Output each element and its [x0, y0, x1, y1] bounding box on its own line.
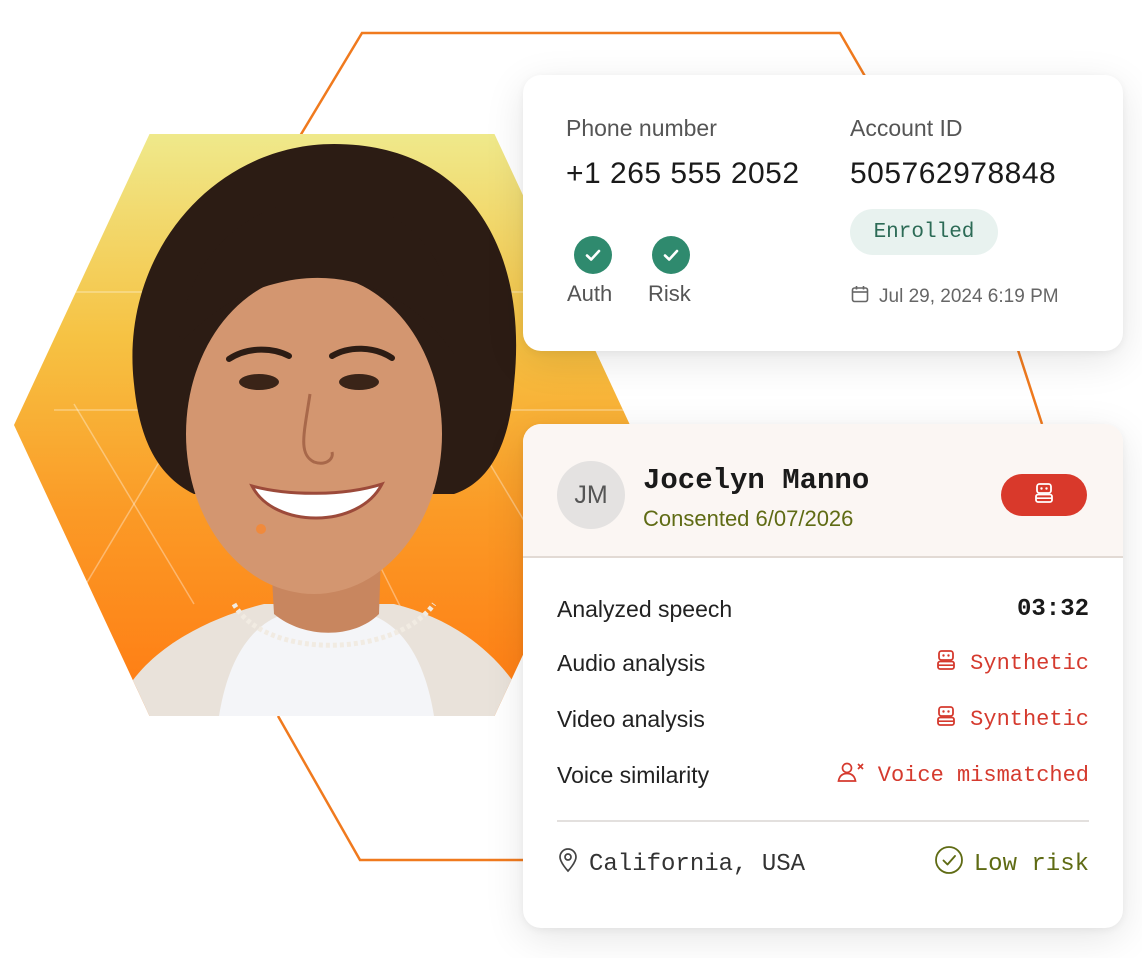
avatar: JM: [557, 461, 625, 529]
result-text: Voice mismatched: [877, 762, 1089, 788]
result-text: Synthetic: [970, 650, 1089, 676]
check-circle-outline-icon: [934, 845, 964, 883]
robot-icon: [934, 704, 958, 735]
result-text: Synthetic: [970, 706, 1089, 732]
risk-level: Low risk: [934, 845, 1089, 883]
consent-status: Consented 6/07/2026: [643, 506, 854, 531]
risk-text: Low risk: [973, 850, 1089, 878]
phone-value: +1 265 555 2052: [566, 157, 800, 190]
location-text: California, USA: [589, 850, 806, 878]
caller-name: Jocelyn Manno: [643, 464, 870, 497]
check-circle-icon: [652, 236, 690, 274]
account-id-value: 505762978848: [850, 157, 1057, 190]
phone-label: Phone number: [566, 115, 717, 141]
caller-header: JM Jocelyn Manno Consented 6/07/2026: [523, 424, 1123, 558]
speech-duration: 03:32: [1016, 595, 1089, 623]
analyzed-speech-row: Analyzed speech 03:32: [557, 592, 1089, 626]
robot-icon: [1032, 481, 1056, 510]
voice-similarity-result: Voice mismatched: [836, 760, 1089, 791]
account-id-label: Account ID: [850, 115, 963, 141]
voice-similarity-row: Voice similarity Voice mismatched: [557, 758, 1089, 792]
user-x-icon: [836, 760, 866, 791]
identity-card: Phone number +1 265 555 2052 Account ID …: [523, 75, 1123, 351]
caller-analysis-card: JM Jocelyn Manno Consented 6/07/2026 Ana…: [523, 424, 1123, 928]
calendar-icon: [850, 284, 870, 310]
row-label: Voice similarity: [557, 761, 710, 788]
robot-icon: [934, 648, 958, 679]
video-analysis-row: Video analysis Synthetic: [557, 702, 1089, 736]
risk-check-label: Risk: [648, 281, 691, 306]
row-label: Video analysis: [557, 705, 705, 732]
enrolled-status-badge: Enrolled: [850, 209, 998, 255]
synthetic-alert-badge[interactable]: [1001, 474, 1087, 516]
timestamp-text: Jul 29, 2024 6:19 PM: [879, 286, 1059, 307]
location: California, USA: [557, 847, 805, 881]
map-pin-icon: [557, 847, 579, 881]
enrollment-timestamp: Jul 29, 2024 6:19 PM: [850, 284, 1059, 310]
divider: [557, 820, 1089, 822]
check-circle-icon: [574, 236, 612, 274]
card-footer: California, USA Low risk: [557, 846, 1089, 882]
audio-analysis-row: Audio analysis Synthetic: [557, 646, 1089, 680]
row-label: Audio analysis: [557, 649, 706, 676]
video-analysis-result: Synthetic: [934, 704, 1089, 735]
row-label: Analyzed speech: [557, 595, 733, 622]
auth-check-label: Auth: [567, 281, 613, 306]
audio-analysis-result: Synthetic: [934, 648, 1089, 679]
